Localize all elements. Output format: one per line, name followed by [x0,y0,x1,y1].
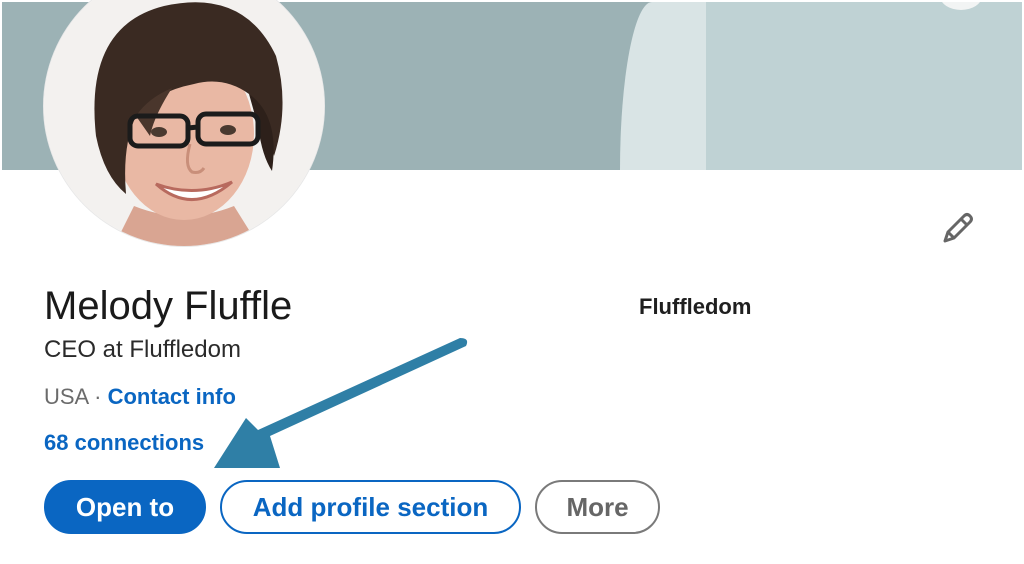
current-company[interactable]: Fluffledom [639,293,751,321]
banner-panel [706,2,1022,170]
open-to-button[interactable]: Open to [44,480,206,534]
more-button[interactable]: More [535,480,660,534]
banner-stripe [620,2,706,170]
profile-card: Melody Fluffle Fluffledom CEO at Fluffle… [0,0,1024,564]
contact-info-link[interactable]: Contact info [108,384,236,409]
connections-link[interactable]: 68 connections [44,429,204,457]
profile-name: Melody Fluffle [44,284,293,328]
add-profile-section-button[interactable]: Add profile section [220,480,521,534]
separator-dot: · [94,384,102,409]
pencil-icon[interactable] [936,208,978,250]
location-text: USA [44,384,89,409]
avatar-photo [44,0,324,246]
location-row: USA · Contact info [44,383,236,411]
profile-headline: CEO at Fluffledom [44,336,241,363]
avatar[interactable] [44,0,324,246]
